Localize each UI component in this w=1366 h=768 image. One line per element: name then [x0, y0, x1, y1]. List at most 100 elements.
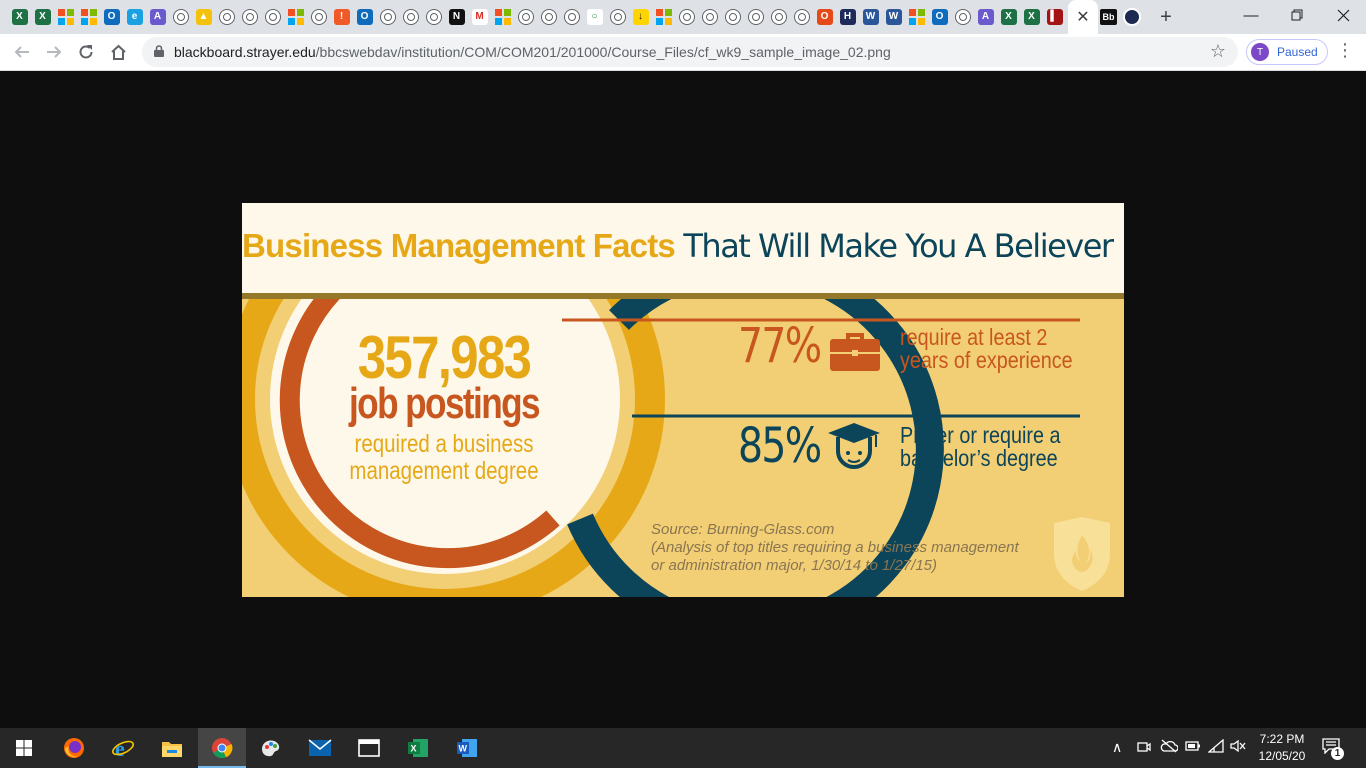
big-label: job postings	[348, 379, 541, 428]
pinned-tab[interactable]	[376, 5, 399, 29]
stat-degree-text: Prefer or require a bachelor’s degree	[900, 422, 1061, 471]
pinned-tab[interactable]	[169, 5, 192, 29]
pinned-tab[interactable]: O	[928, 5, 951, 29]
word-icon[interactable]: W	[443, 728, 491, 768]
mail-icon[interactable]	[296, 728, 344, 768]
pinned-tab[interactable]: W	[882, 5, 905, 29]
ie-icon[interactable]: e	[99, 728, 147, 768]
globe-icon	[540, 9, 557, 25]
pinned-tab[interactable]: ↓	[629, 5, 652, 29]
meet-now-icon[interactable]	[1137, 739, 1151, 756]
pinned-tab[interactable]	[307, 5, 330, 29]
globe-icon	[770, 9, 787, 25]
close-window-icon[interactable]	[1320, 0, 1366, 30]
bookmark-star-icon[interactable]: ☆	[1210, 41, 1226, 62]
profile-button[interactable]: T Paused	[1246, 39, 1328, 65]
paint-icon[interactable]	[247, 728, 295, 768]
pinned-tab[interactable]: ▲	[192, 5, 215, 29]
pinned-tab[interactable]: ▍	[1043, 5, 1066, 29]
minimize-icon[interactable]: —	[1228, 0, 1274, 30]
url-text[interactable]: blackboard.strayer.edu/bbcswebdav/instit…	[174, 44, 891, 60]
window-icon[interactable]	[345, 728, 393, 768]
pinned-tab[interactable]	[951, 5, 974, 29]
pinned-tab[interactable]: O	[813, 5, 836, 29]
file-explorer-icon[interactable]	[148, 728, 196, 768]
system-clock[interactable]: 7:22 PM 12/05/20	[1252, 731, 1312, 765]
pinned-tab[interactable]	[675, 5, 698, 29]
pinned-tab[interactable]: M	[468, 5, 491, 29]
drive-icon: ▲	[195, 9, 212, 25]
pinned-tab[interactable]	[744, 5, 767, 29]
notification-center-icon[interactable]: 1	[1322, 738, 1344, 760]
globe-icon	[609, 9, 626, 25]
globe-icon	[264, 9, 281, 25]
svg-text:X: X	[411, 744, 417, 754]
pinned-tab[interactable]: O	[100, 5, 123, 29]
edge-icon: e	[126, 9, 143, 25]
pinned-tab[interactable]	[215, 5, 238, 29]
pinned-tab[interactable]	[238, 5, 261, 29]
wifi-icon[interactable]	[1207, 738, 1224, 756]
pinned-tab[interactable]: O	[353, 5, 376, 29]
firefox-icon[interactable]	[50, 728, 98, 768]
back-arrow-icon[interactable]	[8, 38, 36, 66]
pinned-tab[interactable]	[54, 5, 77, 29]
pinned-tab[interactable]	[606, 5, 629, 29]
pinned-tab[interactable]	[790, 5, 813, 29]
onedrive-icon[interactable]	[1160, 739, 1179, 756]
pinned-tab[interactable]	[537, 5, 560, 29]
excel-icon: X	[1023, 9, 1040, 25]
reload-icon[interactable]	[72, 38, 100, 66]
pinned-tab[interactable]	[284, 5, 307, 29]
home-icon[interactable]	[104, 38, 132, 66]
pinned-tab[interactable]	[514, 5, 537, 29]
briefcase-icon	[830, 333, 880, 371]
pinned-tab[interactable]	[491, 5, 514, 29]
volume-muted-icon[interactable]	[1230, 739, 1246, 756]
menu-kebab-icon[interactable]: ⋮	[1336, 40, 1354, 64]
pinned-tab[interactable]	[77, 5, 100, 29]
pinned-tab[interactable]	[698, 5, 721, 29]
pinned-tab[interactable]	[261, 5, 284, 29]
lock-icon[interactable]	[154, 45, 164, 57]
pinned-tab[interactable]: N	[445, 5, 468, 29]
battery-icon[interactable]	[1185, 739, 1201, 755]
pinned-tab[interactable]: X	[1020, 5, 1043, 29]
pinned-tab[interactable]: ○	[583, 5, 606, 29]
address-bar[interactable]: blackboard.strayer.edu/bbcswebdav/instit…	[142, 37, 1238, 67]
chrome-icon[interactable]	[198, 728, 246, 768]
pinned-tab[interactable]	[399, 5, 422, 29]
excel-icon[interactable]: X	[394, 728, 442, 768]
pinned-tab[interactable]: W	[859, 5, 882, 29]
excel-icon: X	[1000, 9, 1017, 25]
pinned-tab[interactable]: X	[31, 5, 54, 29]
pinned-tab[interactable]: e	[123, 5, 146, 29]
pinned-tab[interactable]	[905, 5, 928, 29]
graduate-icon	[828, 423, 880, 469]
extension-icon[interactable]	[1123, 8, 1141, 26]
close-tab-icon[interactable]: ✕	[1076, 7, 1089, 27]
infographic-header: Business Management Facts That Will Make…	[242, 203, 1124, 293]
shield-logo-icon	[1054, 517, 1110, 591]
pinned-tab[interactable]	[652, 5, 675, 29]
pinned-tab[interactable]	[422, 5, 445, 29]
profile-status: Paused	[1277, 45, 1318, 59]
pinned-tab[interactable]: !	[330, 5, 353, 29]
blackboard-tab-icon[interactable]: Bb	[1100, 9, 1117, 25]
forward-arrow-icon[interactable]	[40, 38, 68, 66]
pinned-tab[interactable]: A	[146, 5, 169, 29]
new-tab-button[interactable]: +	[1155, 5, 1177, 29]
acrobat-icon: A	[149, 9, 166, 25]
pinned-tab[interactable]: H	[836, 5, 859, 29]
active-tab[interactable]: ✕	[1068, 0, 1098, 34]
pinned-tab[interactable]: X	[8, 5, 31, 29]
pinned-tab[interactable]	[721, 5, 744, 29]
start-icon[interactable]	[0, 728, 48, 768]
pinned-tab[interactable]: A	[974, 5, 997, 29]
pinned-tab[interactable]: X	[997, 5, 1020, 29]
restore-icon[interactable]	[1274, 0, 1320, 30]
pinned-tab[interactable]	[767, 5, 790, 29]
pinned-tab[interactable]	[560, 5, 583, 29]
outlook-icon: O	[931, 9, 948, 25]
chevron-up-icon[interactable]: ∧	[1112, 739, 1122, 756]
